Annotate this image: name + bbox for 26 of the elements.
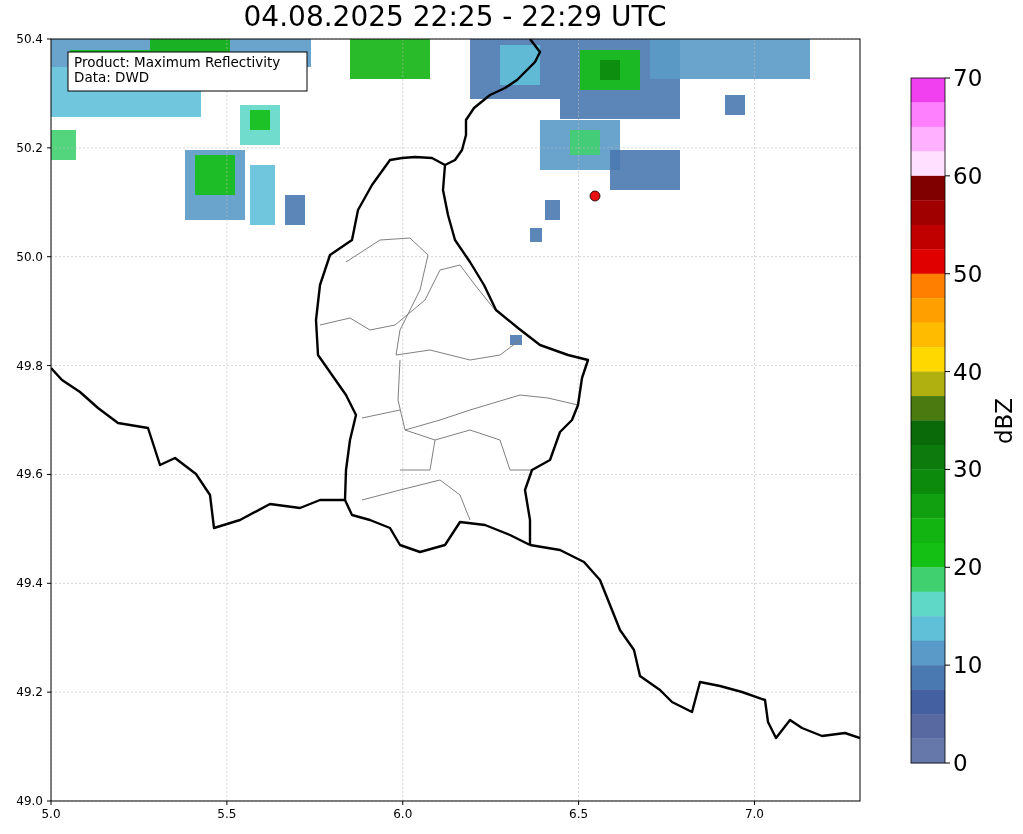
chart-title: 04.08.2025 22:25 - 22:29 UTC [242, 0, 668, 31]
axis-tick-label: 50.4 [16, 32, 43, 46]
annotation-text: Data: DWD [74, 69, 150, 85]
axis-tick-label: 49.8 [16, 358, 43, 373]
axis-tick-label: 5.0 [41, 807, 61, 821]
axis-tick-label: 49.6 [16, 467, 43, 482]
axis-tick-label: 49.2 [16, 685, 43, 700]
colorbar-tick-label: 40 [953, 358, 983, 385]
colorbar-label: dBZ [991, 397, 1017, 445]
axis-tick-label: 50.0 [16, 249, 43, 264]
annotation-text: Product: Maximum Reflectivity [74, 54, 281, 70]
axis-tick-label: 7.0 [744, 807, 765, 821]
axis-tick-label: 49.4 [16, 576, 43, 591]
colorbar-tick-label: 70 [953, 65, 983, 91]
axis-tick-label: 5.5 [217, 807, 237, 821]
colorbar-tick-label: 20 [953, 554, 983, 581]
colorbar-tick-label: 30 [953, 456, 983, 483]
axis-tick-label: 50.2 [16, 140, 43, 155]
axis-tick-label: 49.0 [16, 794, 43, 808]
colorbar-tick-label: 10 [953, 652, 983, 679]
location-marker [589, 190, 601, 202]
axis-tick-label: 6.5 [569, 807, 589, 821]
axis-tick-label: 6.0 [393, 807, 413, 821]
colorbar-tick-label: 50 [953, 260, 983, 287]
colorbar-tick-label: 60 [953, 162, 983, 189]
colorbar-tick-label: 0 [953, 750, 968, 776]
